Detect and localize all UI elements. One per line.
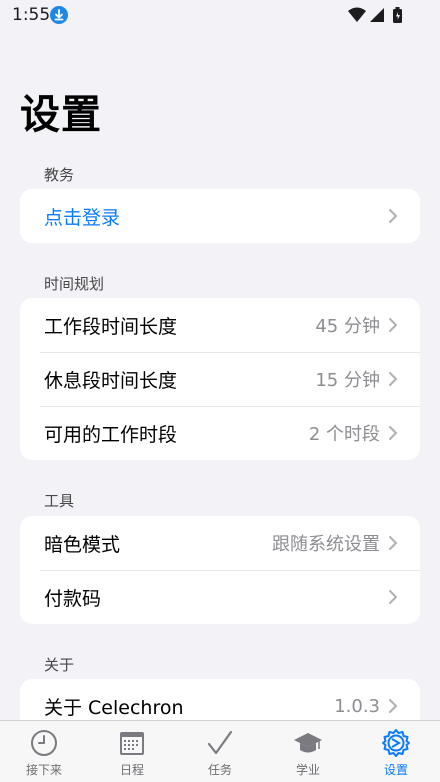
available-periods-label: 可用的工作时段 — [44, 423, 178, 446]
section-label-time-planning: 时间规划 — [44, 275, 105, 293]
available-periods-row[interactable]: 可用的工作时段 2 个时段 — [20, 406, 420, 460]
section-label-about: 关于 — [44, 656, 75, 674]
chevron-right-icon — [389, 699, 397, 713]
chevron-right-icon — [389, 536, 397, 550]
section-label-academic: 教务 — [44, 166, 75, 184]
graduation-cap-icon — [294, 733, 322, 753]
version-value: 1.0.3 — [334, 695, 380, 717]
chevron-right-icon — [389, 372, 397, 386]
rest-duration-row[interactable]: 休息段时间长度 15 分钟 — [20, 352, 420, 406]
rest-duration-label: 休息段时间长度 — [44, 369, 178, 392]
status-indicators — [348, 6, 408, 24]
cellular-signal-icon — [370, 8, 384, 22]
tab-label: 学业 — [295, 763, 320, 777]
wifi-icon — [348, 7, 366, 22]
battery-icon — [393, 7, 402, 23]
chevron-right-icon — [389, 590, 397, 604]
tab-settings[interactable]: 设置 — [352, 721, 440, 782]
work-duration-value: 45 分钟 — [315, 316, 380, 337]
section-label-tools: 工具 — [44, 492, 75, 510]
tab-label: 日程 — [119, 763, 144, 777]
login-label: 点击登录 — [44, 206, 121, 229]
work-duration-row[interactable]: 工作段时间长度 45 分钟 — [20, 298, 420, 352]
checkmark-icon — [207, 730, 233, 755]
work-duration-label: 工作段时间长度 — [44, 315, 178, 338]
available-periods-value: 2 个时段 — [308, 424, 380, 445]
tab-label: 接下来 — [25, 763, 62, 777]
dark-mode-row[interactable]: 暗色模式 跟随系统设置 — [20, 516, 420, 570]
tab-schedule[interactable]: 日程 — [88, 721, 176, 782]
dark-mode-value: 跟随系统设置 — [272, 534, 380, 555]
login-row[interactable]: 点击登录 — [20, 189, 420, 243]
gear-icon — [382, 729, 410, 757]
calendar-icon — [120, 732, 144, 755]
status-time: 1:55 — [12, 5, 51, 25]
time-planning-card: 工作段时间长度 45 分钟 休息段时间长度 15 分钟 可用的工作时段 2 个时… — [20, 298, 420, 460]
tab-bar: 接下来 日程 任务 学业 设置 — [0, 720, 440, 782]
download-notification-icon — [50, 6, 68, 24]
rest-duration-value: 15 分钟 — [315, 370, 380, 391]
tools-card: 暗色模式 跟随系统设置 付款码 — [20, 516, 420, 624]
page-title: 设置 — [20, 92, 102, 138]
tab-tasks[interactable]: 任务 — [176, 721, 264, 782]
payment-code-label: 付款码 — [44, 587, 102, 610]
chevron-right-icon — [389, 426, 397, 440]
academic-card: 点击登录 — [20, 189, 420, 243]
settings-screen: 1:55 设置 教务 点击登录 时间规划 工作段时间长度 45 分钟 休息段时间… — [0, 0, 440, 782]
about-label: 关于 Celechron — [44, 696, 184, 719]
status-bar: 1:55 — [0, 0, 440, 30]
dark-mode-label: 暗色模式 — [44, 533, 121, 556]
tab-label: 设置 — [383, 763, 408, 777]
chevron-right-icon — [389, 209, 397, 223]
tab-academics[interactable]: 学业 — [264, 721, 352, 782]
tab-upcoming[interactable]: 接下来 — [0, 721, 88, 782]
clock-icon — [31, 730, 57, 756]
payment-code-row[interactable]: 付款码 — [20, 570, 420, 624]
chevron-right-icon — [389, 318, 397, 332]
tab-label: 任务 — [207, 763, 232, 777]
